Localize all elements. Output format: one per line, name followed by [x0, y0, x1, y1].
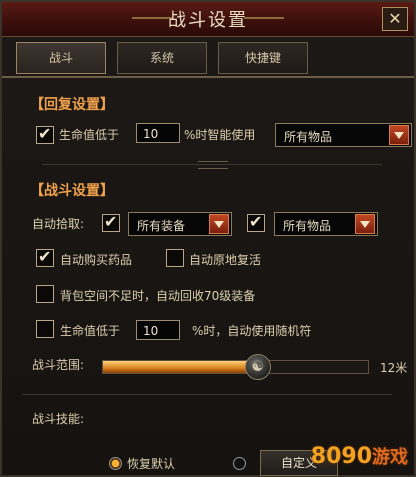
- close-icon: ✕: [388, 9, 402, 28]
- battle-range-value: 12米: [380, 361, 408, 375]
- battle-range-label: 战斗范围:: [32, 358, 85, 372]
- pickup-items-select-value: 所有物品: [283, 219, 332, 233]
- auto-recycle-checkbox[interactable]: [36, 285, 54, 303]
- restore-default-radio[interactable]: [109, 457, 122, 470]
- section-divider-2: [22, 394, 392, 395]
- watermark-logo: 8090游戏: [310, 444, 408, 469]
- random-scroll-label: 生命值低于: [60, 324, 121, 338]
- tab-system[interactable]: 系统: [117, 42, 207, 74]
- random-scroll-suffix: %时，自动使用随机符: [192, 324, 312, 338]
- hp-threshold-suffix: %时智能使用: [184, 128, 256, 142]
- recover-item-select-value: 所有物品: [284, 130, 333, 144]
- battle-range-slider[interactable]: ☯: [102, 354, 369, 380]
- close-button[interactable]: ✕: [382, 7, 408, 31]
- battle-heading: 【战斗设置】: [30, 183, 114, 199]
- random-scroll-checkbox[interactable]: [36, 320, 54, 338]
- restore-default-label: 恢复默认: [127, 457, 176, 471]
- recover-item-select[interactable]: 所有物品: [275, 123, 412, 147]
- auto-buy-potions-checkbox[interactable]: [36, 247, 54, 267]
- title-bar[interactable]: 战斗设置 ✕: [2, 2, 414, 37]
- chevron-down-icon: [209, 214, 229, 234]
- slider-handle-icon[interactable]: ☯: [244, 354, 271, 380]
- pickup-equipment-select-value: 所有装备: [137, 219, 186, 233]
- auto-pickup-label: 自动拾取:: [32, 217, 85, 231]
- pickup-equipment-select[interactable]: 所有装备: [128, 212, 232, 236]
- settings-window: 战斗设置 ✕ 战斗 系统 快捷键 【回复设置】 生命值低于 10 %时智能使用 …: [0, 0, 416, 477]
- pickup-items-checkbox[interactable]: [247, 212, 265, 232]
- window-title: 战斗设置: [168, 10, 248, 31]
- title-ornament-right: [244, 17, 284, 19]
- battle-range-fill: [103, 361, 257, 373]
- hp-threshold-checkbox[interactable]: [36, 124, 54, 144]
- divider-ornament: [198, 161, 228, 169]
- custom-radio[interactable]: [233, 457, 246, 470]
- auto-recycle-label: 背包空间不足时，自动回收70级装备: [60, 289, 256, 303]
- tab-battle[interactable]: 战斗: [16, 42, 106, 74]
- tab-underline: [2, 76, 414, 78]
- auto-revive-checkbox[interactable]: [166, 249, 184, 267]
- pickup-items-select[interactable]: 所有物品: [274, 212, 378, 236]
- chevron-down-icon: [355, 214, 375, 234]
- hp-threshold-label: 生命值低于: [59, 128, 120, 142]
- auto-revive-label: 自动原地复活: [189, 253, 262, 267]
- auto-buy-potions-label: 自动购买药品: [60, 253, 133, 267]
- battle-skills-label: 战斗技能:: [32, 412, 85, 426]
- pickup-equipment-checkbox[interactable]: [102, 212, 120, 232]
- hp-threshold-input[interactable]: 10: [136, 123, 180, 143]
- recover-heading: 【回复设置】: [30, 97, 114, 113]
- random-scroll-input[interactable]: 10: [136, 320, 180, 340]
- chevron-down-icon: [389, 125, 409, 145]
- tab-hotkeys[interactable]: 快捷键: [218, 42, 308, 74]
